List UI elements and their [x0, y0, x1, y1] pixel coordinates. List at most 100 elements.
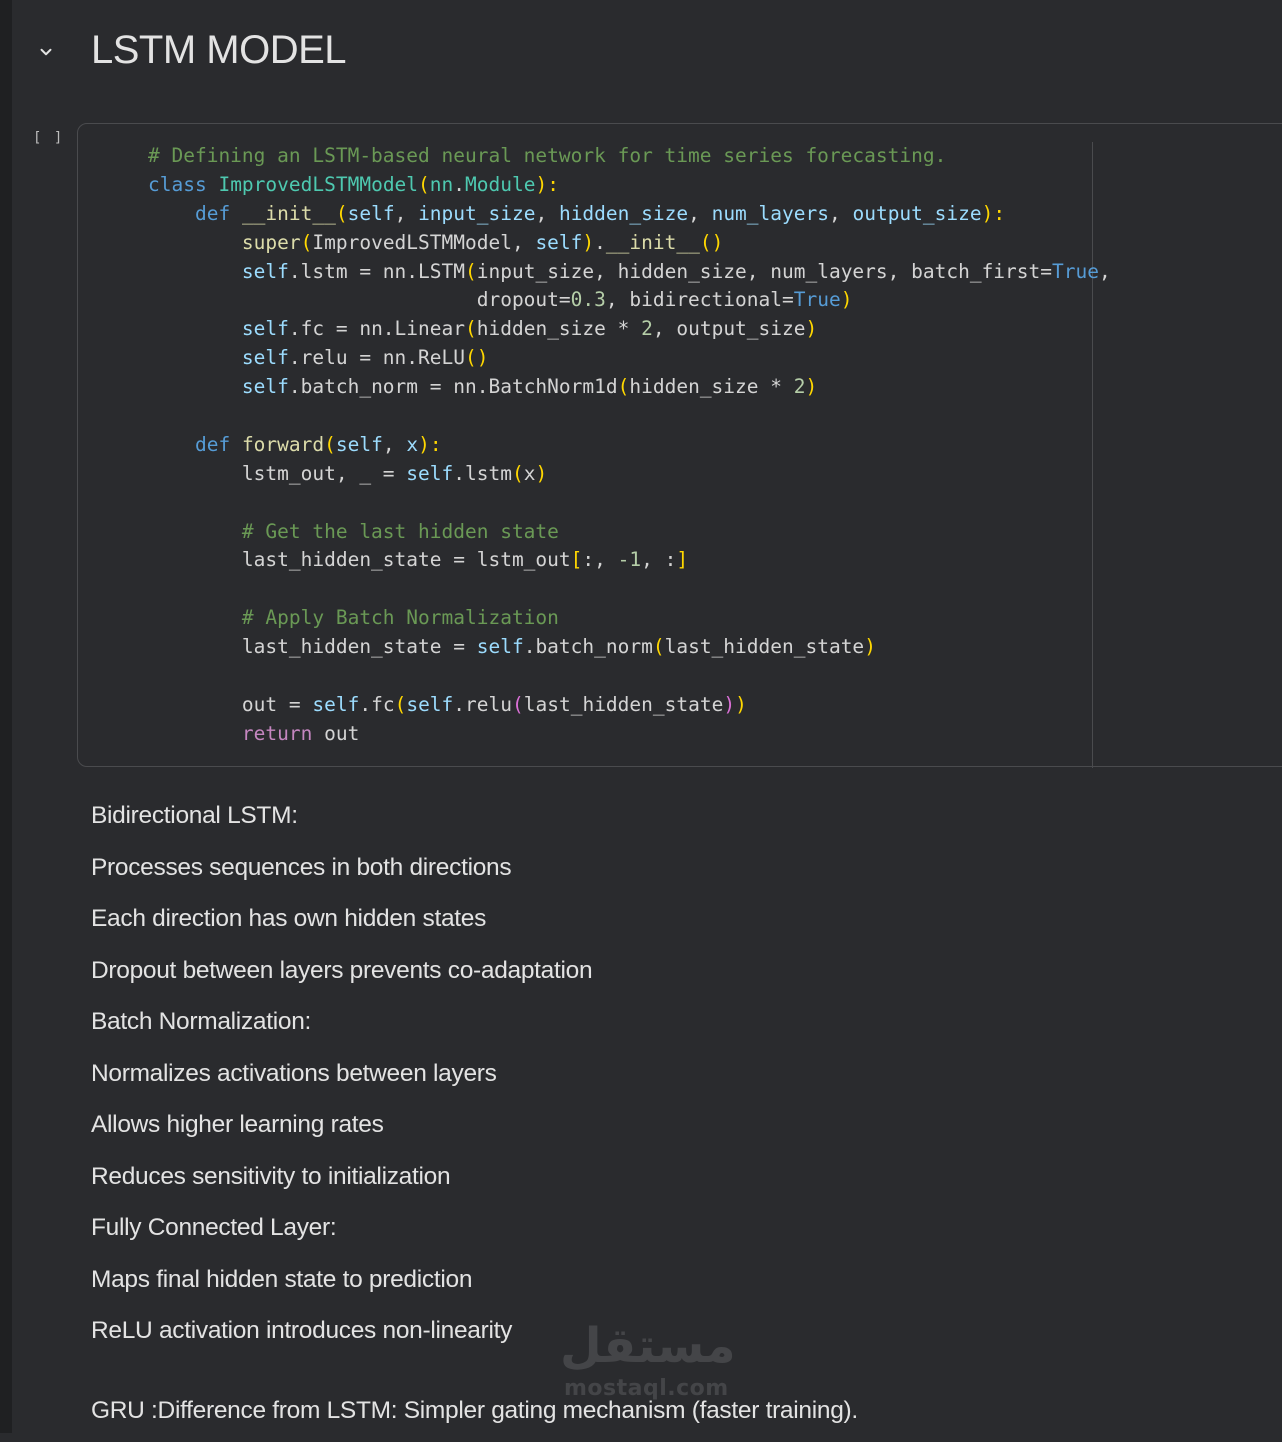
code-token: ):: [982, 202, 1005, 225]
code-token: [148, 317, 242, 340]
note-line: Allows higher learning rates: [91, 1105, 1271, 1157]
code-token: __init__: [606, 231, 700, 254]
code-token: True: [1052, 260, 1099, 283]
code-token: last_hidden_state =: [148, 635, 477, 658]
code-token: (: [395, 693, 407, 716]
code-token: x: [406, 433, 418, 456]
code-token: ImprovedLSTMModel: [218, 173, 418, 196]
code-token: Module: [465, 173, 535, 196]
code-token: 2: [794, 375, 806, 398]
code-token: [148, 260, 242, 283]
code-token: [148, 375, 242, 398]
code-token: hidden_size *: [629, 375, 793, 398]
code-token: [148, 520, 242, 543]
code-token: .lstm: [453, 462, 512, 485]
code-line: # Get the last hidden state: [148, 518, 1111, 547]
code-token: ,: [383, 433, 406, 456]
collapse-section-button[interactable]: [34, 40, 58, 64]
code-token: -1: [618, 548, 641, 571]
code-token: .: [453, 173, 465, 196]
note-line: Bidirectional LSTM:: [91, 796, 1271, 848]
code-token: [148, 202, 195, 225]
code-token: .relu = nn.ReLU: [289, 346, 465, 369]
code-token: ,: [829, 202, 852, 225]
code-token: self: [535, 231, 582, 254]
code-token: lstm_out, _ =: [148, 462, 406, 485]
note-line: Normalizes activations between layers: [91, 1054, 1271, 1106]
code-token: .lstm = nn.LSTM: [289, 260, 465, 283]
code-line: def forward(self, x):: [148, 431, 1111, 460]
code-cell[interactable]: # Defining an LSTM-based neural network …: [77, 123, 1282, 767]
code-line: [148, 489, 1111, 518]
code-token: [148, 433, 195, 456]
code-token: (: [512, 693, 524, 716]
code-token: .batch_norm: [524, 635, 653, 658]
section-header: LSTM MODEL: [12, 0, 1282, 110]
code-token: :,: [582, 548, 617, 571]
code-line: return out: [148, 720, 1111, 749]
code-line: self.fc = nn.Linear(hidden_size * 2, out…: [148, 315, 1111, 344]
code-token: def: [195, 433, 242, 456]
code-line: [148, 575, 1111, 604]
watermark-latin: mostaql.com: [564, 1376, 729, 1401]
code-line: out = self.fc(self.relu(last_hidden_stat…: [148, 691, 1111, 720]
code-token: self: [242, 317, 289, 340]
code-token: .fc: [359, 693, 394, 716]
watermark-arabic: مستقل: [560, 1318, 736, 1374]
code-token: .fc = nn.Linear: [289, 317, 465, 340]
code-line: self.lstm = nn.LSTM(input_size, hidden_s…: [148, 258, 1111, 287]
code-token: self: [242, 260, 289, 283]
code-token: # Defining an LSTM-based neural network …: [148, 144, 946, 167]
code-token: ):: [418, 433, 441, 456]
code-token: ,: [535, 202, 558, 225]
code-token: ,: [1099, 260, 1111, 283]
chevron-down-icon: [37, 43, 55, 61]
code-token: True: [794, 288, 841, 311]
code-token: last_hidden_state = lstm_out: [148, 548, 571, 571]
code-token: ): [806, 317, 818, 340]
code-token: (: [301, 231, 313, 254]
code-token: .: [594, 231, 606, 254]
note-line: Each direction has own hidden states: [91, 899, 1271, 951]
code-token: num_layers: [712, 202, 829, 225]
section-title: LSTM MODEL: [91, 28, 346, 73]
code-token: ): [806, 375, 818, 398]
note-line: Maps final hidden state to prediction: [91, 1260, 1271, 1312]
code-token: [148, 346, 242, 369]
code-line: lstm_out, _ = self.lstm(x): [148, 460, 1111, 489]
note-line: Dropout between layers prevents co-adapt…: [91, 951, 1271, 1003]
code-token: input_size: [418, 202, 535, 225]
code-line: class ImprovedLSTMModel(nn.Module):: [148, 171, 1111, 200]
code-token: ,: [395, 202, 418, 225]
code-token: out =: [148, 693, 312, 716]
code-token: .batch_norm = nn.BatchNorm1d: [289, 375, 618, 398]
code-editor[interactable]: # Defining an LSTM-based neural network …: [148, 142, 1111, 749]
code-token: ):: [535, 173, 558, 196]
code-line: last_hidden_state = lstm_out[:, -1, :]: [148, 546, 1111, 575]
code-token: x: [524, 462, 536, 485]
note-line: Fully Connected Layer:: [91, 1208, 1271, 1260]
code-token: ): [864, 635, 876, 658]
code-token: input_size, hidden_size, num_layers, bat…: [477, 260, 1052, 283]
code-line: [148, 402, 1111, 431]
code-token: (: [512, 462, 524, 485]
code-token: out: [312, 722, 359, 745]
code-line: [148, 662, 1111, 691]
code-token: self: [406, 462, 453, 485]
code-line: # Defining an LSTM-based neural network …: [148, 142, 1111, 171]
code-token: ): [841, 288, 853, 311]
code-token: (: [465, 317, 477, 340]
code-token: [148, 606, 242, 629]
code-line: def __init__(self, input_size, hidden_si…: [148, 200, 1111, 229]
code-token: ,: [688, 202, 711, 225]
code-token: # Apply Batch Normalization: [242, 606, 559, 629]
code-token: output_size: [852, 202, 981, 225]
run-cell-button[interactable]: [ ]: [33, 130, 64, 146]
code-line: super(ImprovedLSTMModel, self).__init__(…: [148, 229, 1111, 258]
code-token: self: [406, 693, 453, 716]
code-token: (: [418, 173, 430, 196]
code-token: hidden_size *: [477, 317, 641, 340]
code-token: [148, 231, 242, 254]
code-token: ): [535, 462, 547, 485]
code-token: , :: [641, 548, 676, 571]
